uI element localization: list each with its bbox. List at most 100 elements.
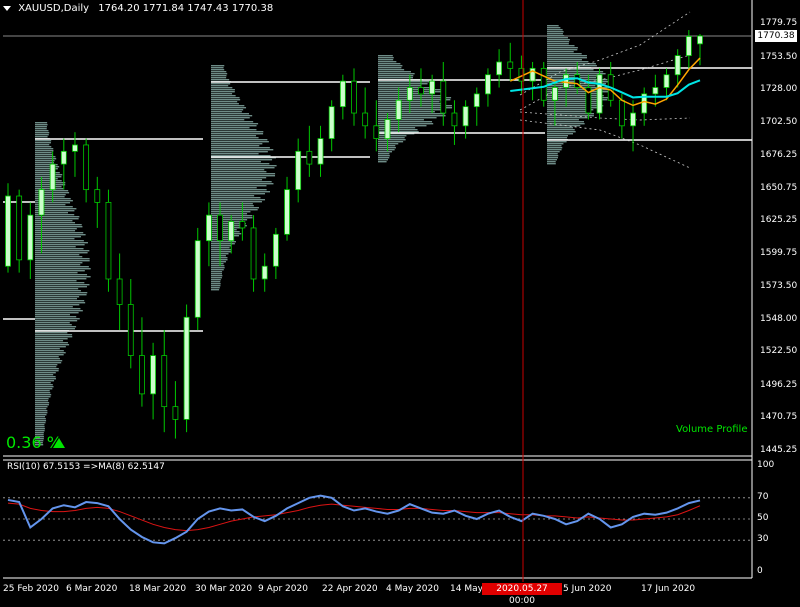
candle-body	[172, 406, 179, 420]
candle-body	[384, 119, 391, 139]
volume-bar	[378, 99, 451, 101]
volume-bar	[35, 400, 49, 402]
price-tick-label: 1445.25	[760, 445, 798, 455]
volume-bar	[547, 45, 575, 47]
volume-bar	[378, 57, 394, 59]
volume-bar	[547, 155, 559, 157]
volume-bar	[211, 147, 270, 149]
volume-bar	[547, 153, 558, 155]
volume-bar	[211, 207, 259, 209]
volume-bar	[211, 265, 225, 267]
volume-bar	[547, 55, 587, 57]
volume-bar	[35, 306, 73, 308]
volume-levels	[3, 67, 752, 332]
up-arrow-icon	[53, 438, 65, 448]
volume-bar	[35, 220, 73, 222]
volume-bar	[35, 132, 50, 134]
candle-body	[652, 87, 659, 95]
volume-bar	[547, 129, 575, 131]
candle-body	[250, 227, 257, 280]
chart-title[interactable]: XAUUSD,Daily 1764.20 1771.84 1747.43 177…	[3, 3, 273, 14]
volume-bar	[211, 185, 267, 187]
candle-body	[373, 125, 380, 139]
date-tick-label: 17 Jun 2020	[641, 584, 696, 594]
volume-bar	[35, 288, 79, 290]
date-tick-label: 6 Mar 2020	[66, 584, 118, 594]
candle-body	[507, 61, 514, 69]
volume-bar	[211, 79, 230, 81]
volume-bar	[211, 257, 228, 259]
volume-bar	[211, 71, 227, 73]
volume-bar	[35, 250, 90, 252]
volume-bar	[547, 53, 582, 55]
volume-bar	[211, 145, 260, 147]
volume-bar	[35, 380, 55, 382]
volume-bar	[547, 47, 578, 49]
rsi-line	[7, 494, 701, 545]
candle-body	[38, 189, 45, 216]
volume-bar	[35, 248, 84, 250]
candle-body	[272, 233, 279, 267]
volume-bar	[35, 286, 87, 288]
volume-bar	[378, 117, 437, 119]
volume-bar	[547, 51, 574, 53]
volume-bar	[211, 75, 227, 77]
volume-bar	[378, 115, 446, 117]
price-tick-label: 1548.00	[760, 313, 798, 324]
volume-bar	[211, 115, 253, 117]
volume-bar	[35, 270, 85, 272]
volume-bar	[35, 266, 89, 268]
volume-bar	[211, 187, 257, 189]
price-tick-label: 1496.25	[760, 379, 798, 390]
volume-bar	[35, 124, 48, 126]
dropdown-icon[interactable]	[3, 5, 11, 11]
volume-bar	[35, 372, 56, 374]
volume-bar	[35, 364, 58, 366]
price-chart[interactable]	[0, 0, 800, 600]
candle-body	[697, 35, 703, 45]
volume-bar	[35, 174, 63, 176]
volume-bar	[378, 127, 416, 129]
volume-bar	[211, 163, 270, 165]
volume-bar	[211, 155, 271, 157]
candle-body	[94, 189, 101, 203]
volume-bar	[35, 356, 59, 358]
volume-bar	[211, 151, 268, 153]
volume-bar	[378, 83, 428, 85]
price-tick-label: 1650.75	[760, 182, 798, 193]
volume-bar	[547, 125, 581, 127]
volume-bar	[547, 145, 562, 147]
volume-bar	[211, 235, 240, 237]
volume-bar	[211, 259, 228, 261]
volume-bar	[35, 290, 81, 292]
volume-bar	[211, 203, 253, 205]
volume-bar	[35, 388, 53, 390]
volume-bar	[35, 414, 47, 416]
price-tick-label: 1573.50	[760, 281, 798, 292]
volume-bar	[35, 378, 57, 380]
volume-bar	[35, 360, 63, 362]
candle-body	[183, 316, 190, 420]
volume-bar	[35, 162, 55, 164]
volume-bar	[35, 154, 53, 156]
volume-bar	[35, 134, 49, 136]
volume-bar	[35, 370, 59, 372]
volume-bar	[378, 161, 387, 163]
candle-body	[16, 195, 23, 261]
volume-bar	[211, 135, 257, 137]
volume-bar	[211, 277, 222, 279]
volume-bar	[211, 171, 267, 173]
volume-bar	[35, 146, 52, 148]
volume-bar	[547, 61, 589, 63]
volume-bar	[378, 159, 388, 161]
volume-bar	[35, 368, 59, 370]
date-tick-label: 14 May	[450, 584, 483, 594]
candle-body	[83, 144, 90, 191]
volume-bar	[547, 71, 604, 73]
volume-bar	[35, 346, 66, 348]
volume-bar	[547, 59, 582, 61]
volume-bar	[378, 65, 403, 67]
candle-body	[540, 67, 547, 101]
volume-bar	[547, 49, 578, 51]
volume-bar	[35, 314, 70, 316]
